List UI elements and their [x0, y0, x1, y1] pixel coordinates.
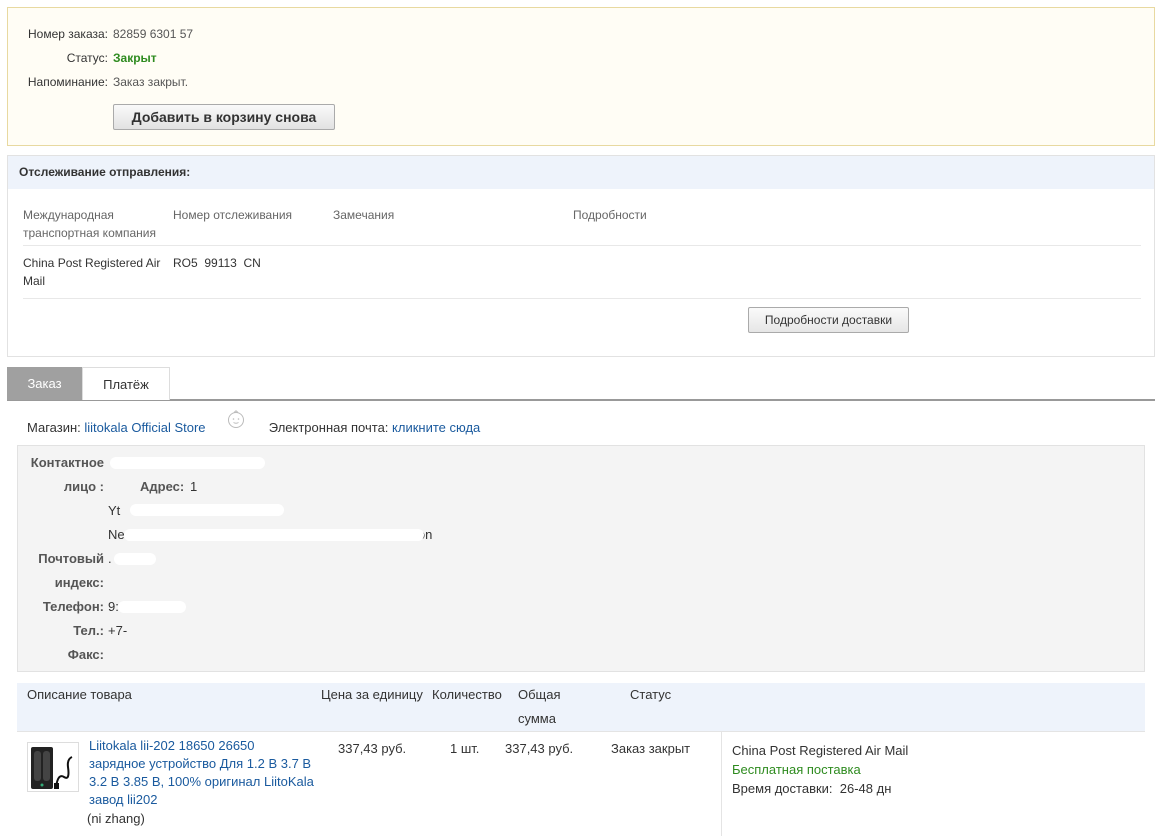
col-status-header: Статус [630, 687, 672, 702]
order-status-value: Закрыт [113, 51, 157, 65]
delivery-details-button[interactable]: Подробности доставки [748, 307, 909, 333]
contact-label: Контактное лицо : [18, 451, 104, 499]
col-unit-price-header: Цена за единицу [321, 687, 423, 702]
shipment-tracking: Отслеживание отправления: Международная … [7, 155, 1155, 357]
charger-image-icon [31, 747, 73, 789]
shipping-cost: Бесплатная поставка [732, 762, 861, 777]
redacted-postal-code [114, 553, 156, 565]
redacted-contact-name [110, 457, 265, 469]
col-details-header: Подробности [573, 208, 647, 222]
order-status-label: Статус: [66, 51, 108, 65]
fax-label: Факс: [67, 647, 104, 662]
redacted-address-line2 [130, 504, 284, 516]
order-reminder-value: Заказ закрыт. [113, 75, 189, 89]
tracking-divider [23, 245, 1141, 246]
email-label: Электронная почта: [268, 420, 389, 435]
store-label: Магазин: [27, 420, 81, 435]
carrier-name-line2: Mail [23, 274, 46, 288]
postal-label-line1: Почтовый [38, 551, 104, 566]
items-table-header: Описание товара Цена за единицу Количест… [17, 683, 1145, 731]
tracking-divider [23, 298, 1141, 299]
col-total-header-line1: Общая [518, 687, 561, 702]
email-link[interactable]: кликните сюда [392, 420, 480, 435]
product-title-link[interactable]: Liitokala lii-202 18650 26650 зарядное у… [89, 737, 314, 809]
tracking-number-cell: RO5 99113 CN [173, 256, 261, 270]
postal-label-line2: индекс: [54, 575, 104, 590]
order-reminder-label: Напоминание: [27, 75, 108, 89]
address-label: Адрес: [140, 479, 185, 494]
col-carrier-header-line1: Международная [23, 208, 114, 222]
carrier-name-line1: China Post Registered Air [23, 256, 161, 270]
col-tracking-number-header: Номер отслеживания [173, 208, 293, 222]
col-carrier-header-line2: транспортная компания [23, 226, 156, 240]
unit-price-cell: 337,43 руб. [338, 741, 407, 756]
address-value: 1 [190, 479, 198, 494]
postal-code-label: Почтовый индекс: [18, 547, 104, 595]
delivery-time: Время доставки: 26-48 дн [732, 781, 892, 796]
product-thumbnail[interactable] [27, 742, 79, 792]
col-quantity-header: Количество [432, 687, 502, 702]
col-remarks-header: Замечания [333, 208, 395, 222]
redacted-phone [118, 601, 186, 613]
order-tabs: Заказ Платёж [7, 367, 1155, 401]
postal-code-value: . [108, 551, 112, 566]
col-total-header-line2: сумма [518, 711, 556, 726]
order-summary: Номер заказа: 82859 6301 57 Статус: Закр… [7, 7, 1155, 146]
status-cell: Заказ закрыт [611, 741, 691, 756]
store-name-link[interactable]: liitokala Official Store [84, 420, 205, 435]
tracking-title: Отслеживание отправления: [8, 156, 1154, 189]
order-number-label: Номер заказа: [27, 27, 108, 41]
total-cell: 337,43 руб. [505, 741, 574, 756]
quantity-cell: 1 шт. [450, 741, 480, 756]
phone-label: Телефон: [42, 599, 104, 614]
store-line: Магазин: liitokala Official Store Электр… [27, 419, 480, 437]
tel-value: +7- [108, 623, 128, 638]
shipping-address: Контактное лицо : Адрес: 1 Yt N Ne Feder… [17, 445, 1145, 672]
add-to-cart-again-button[interactable]: Добавить в корзину снова [113, 104, 335, 130]
table-row: Liitokala lii-202 18650 26650 зарядное у… [17, 731, 1145, 836]
tab-order[interactable]: Заказ [7, 367, 82, 400]
order-number-value: 82859 6301 57 [113, 27, 194, 41]
chat-icon[interactable] [227, 410, 245, 428]
product-variant: (ni zhang) [87, 811, 145, 826]
col-description-header: Описание товара [27, 687, 132, 702]
col-carrier-header: Международная транспортная компания [23, 206, 168, 242]
contact-label-line1: Контактное [30, 455, 104, 470]
shipping-info: China Post Registered Air Mail Бесплатна… [732, 741, 908, 798]
col-total-header: Общая сумма [518, 683, 561, 731]
column-divider [721, 732, 722, 836]
carrier-cell: China Post Registered Air Mail [23, 254, 173, 290]
tel-label: Тел.: [73, 623, 104, 638]
tab-payment[interactable]: Платёж [82, 367, 170, 400]
redacted-address-line3 [124, 529, 424, 541]
contact-label-line2: лицо : [63, 479, 104, 494]
shipping-method: China Post Registered Air Mail [732, 743, 909, 758]
